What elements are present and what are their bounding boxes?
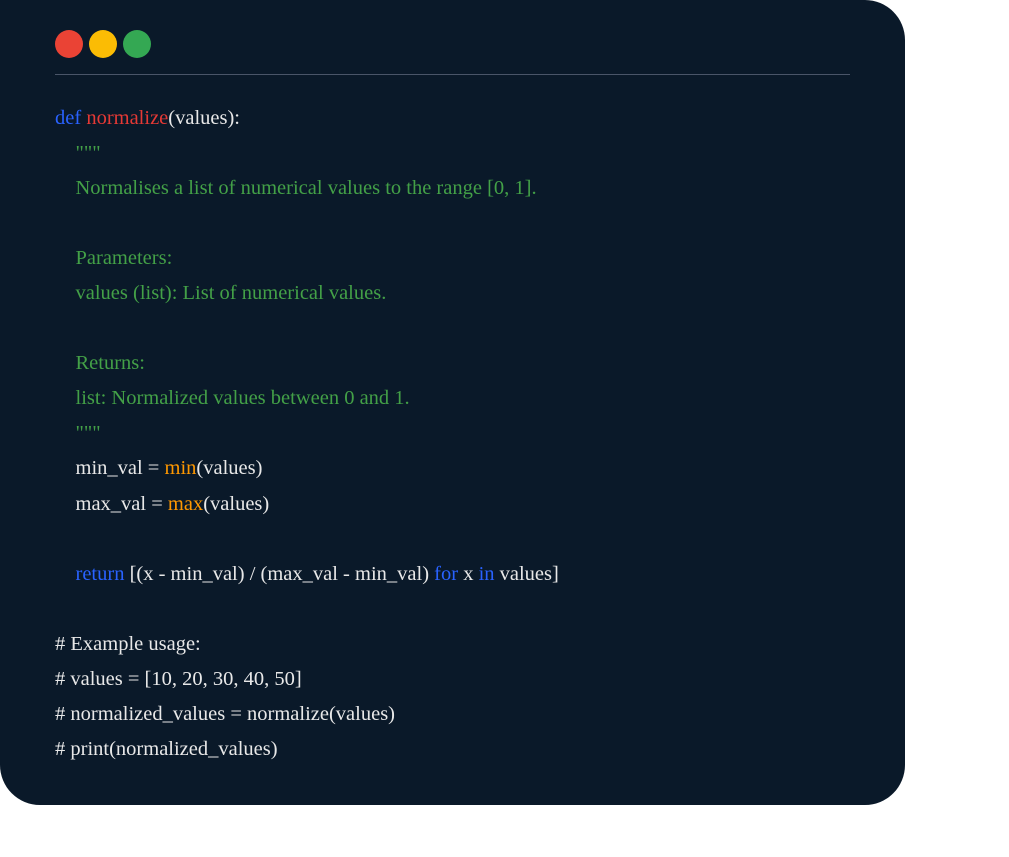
code-line: max_val = max(values) (55, 493, 269, 515)
window-controls (55, 30, 850, 58)
divider (55, 74, 850, 75)
keyword-in: in (479, 563, 495, 585)
code-line: min_val = min(values) (55, 457, 262, 479)
params: (values): (168, 107, 240, 129)
comment-line: # print(normalized_values) (55, 738, 278, 760)
code-line: return [(x - min_val) / (max_val - min_v… (55, 563, 559, 585)
keyword-for: for (434, 563, 458, 585)
comment-line: # values = [10, 20, 30, 40, 50] (55, 668, 302, 690)
comment-line: # Example usage: (55, 633, 201, 655)
maximize-icon[interactable] (123, 30, 151, 58)
code-line-1: def normalize(values): (55, 107, 240, 129)
code-block: def normalize(values): """ Normalises a … (55, 101, 850, 767)
builtin-max: max (168, 493, 203, 515)
docstring-line: Parameters: (55, 247, 172, 269)
docstring-close: """ (55, 422, 101, 444)
keyword-def: def (55, 107, 81, 129)
docstring-line: Normalises a list of numerical values to… (55, 177, 537, 199)
function-name: normalize (86, 107, 168, 129)
docstring-open: """ (55, 142, 101, 164)
close-icon[interactable] (55, 30, 83, 58)
docstring-line: values (list): List of numerical values. (55, 282, 386, 304)
docstring-line: Returns: (55, 352, 145, 374)
builtin-min: min (165, 457, 197, 479)
keyword-return: return (76, 563, 125, 585)
docstring-line: list: Normalized values between 0 and 1. (55, 387, 410, 409)
minimize-icon[interactable] (89, 30, 117, 58)
code-window: def normalize(values): """ Normalises a … (0, 0, 905, 805)
comment-line: # normalized_values = normalize(values) (55, 703, 395, 725)
